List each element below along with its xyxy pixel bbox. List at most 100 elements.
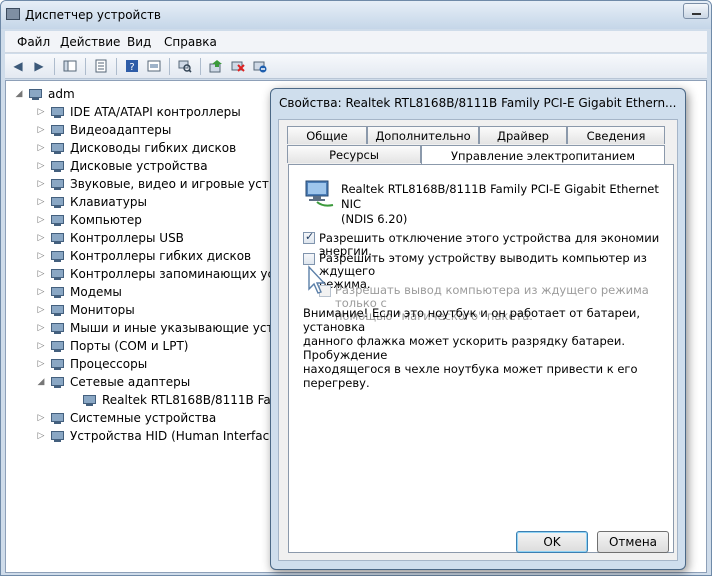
device-category-icon: [50, 159, 66, 173]
device-category-icon: [50, 375, 66, 389]
tree-item-label: Контроллеры USB: [70, 231, 184, 245]
tree-item[interactable]: ▷ Дисководы гибких дисков: [36, 139, 237, 157]
allow-turn-off-checkbox[interactable]: [303, 230, 315, 244]
dialog-title: Свойства: Realtek RTL8168B/8111B Family …: [279, 96, 677, 110]
expand-triangle-icon[interactable]: ▷: [36, 409, 46, 427]
cancel-button[interactable]: Отмена: [597, 531, 669, 553]
device-category-icon: [50, 105, 66, 119]
expand-triangle-icon[interactable]: ▷: [36, 301, 46, 319]
device-name: Realtek RTL8168B/8111B Family PCI-E Giga…: [341, 182, 659, 226]
tab-advanced[interactable]: Дополнительно: [367, 126, 479, 144]
tree-item-label: Видеоадаптеры: [70, 123, 172, 137]
expand-triangle-icon[interactable]: ▷: [36, 247, 46, 265]
tree-item[interactable]: ▷ Видеоадаптеры: [36, 121, 172, 139]
tree-item[interactable]: ▷ Контроллеры USB: [36, 229, 184, 247]
device-category-icon: [50, 267, 66, 281]
tree-item-label: Порты (COM и LPT): [70, 339, 189, 353]
device-category-icon: [50, 177, 66, 191]
forward-arrow-icon[interactable]: ▶: [30, 57, 48, 75]
tree-item[interactable]: ▷ Модемы: [36, 283, 122, 301]
allow-wake-checkbox[interactable]: [303, 253, 315, 265]
device-manager-icon: [6, 8, 20, 20]
battery-warning-text: Внимание! Если это ноутбук и он работает…: [303, 306, 641, 390]
tree-item-label: IDE ATA/ATAPI контроллеры: [70, 105, 241, 119]
tree-item[interactable]: ◢ Сетевые адаптеры: [36, 373, 191, 391]
tab-power-management[interactable]: Управление электропитанием: [421, 145, 665, 168]
tree-item[interactable]: ▷ Компьютер: [36, 211, 142, 229]
properties-icon[interactable]: [92, 57, 110, 75]
device-category-icon: [50, 123, 66, 137]
expand-triangle-icon[interactable]: ▷: [36, 283, 46, 301]
menu-action[interactable]: Действие: [60, 35, 120, 49]
expand-triangle-icon[interactable]: ▷: [36, 355, 46, 373]
collapse-triangle-icon[interactable]: ◢: [14, 85, 24, 103]
tree-item[interactable]: ▷ Системные устройства: [36, 409, 217, 427]
collapse-triangle-icon[interactable]: ◢: [36, 373, 46, 391]
help-icon[interactable]: ?: [123, 57, 141, 75]
tree-item[interactable]: ▷ Процессоры: [36, 355, 148, 373]
tree-item[interactable]: ▷ Устройства HID (Human Interface Dev: [36, 427, 305, 445]
tab-resources[interactable]: Ресурсы: [287, 145, 421, 163]
expand-triangle-icon[interactable]: ▷: [36, 139, 46, 157]
tree-item[interactable]: ▷ Мыши и иные указывающие устрой: [36, 319, 297, 337]
device-category-icon: [50, 303, 66, 317]
device-category-icon: [50, 429, 66, 443]
tree-root[interactable]: ◢ adm: [14, 85, 75, 103]
tree-item-label: Сетевые адаптеры: [70, 375, 191, 389]
tree-item[interactable]: ▷ Контроллеры гибких дисков: [36, 247, 252, 265]
mouse-pointer-icon: [308, 265, 326, 294]
minimize-button[interactable]: [683, 3, 709, 19]
device-category-icon: [50, 231, 66, 245]
tree-item-label: Процессоры: [70, 357, 148, 371]
tree-item[interactable]: ▷ IDE ATA/ATAPI контроллеры: [36, 103, 241, 121]
uninstall-icon[interactable]: [229, 57, 247, 75]
back-arrow-icon[interactable]: ◀: [9, 57, 27, 75]
tree-item[interactable]: ▷ Мониторы: [36, 301, 135, 319]
tree-item[interactable]: ▷ Клавиатуры: [36, 193, 147, 211]
expand-triangle-icon[interactable]: ▷: [36, 319, 46, 337]
console-tree-icon[interactable]: [61, 57, 79, 75]
update-driver-icon[interactable]: [207, 57, 225, 75]
device-category-icon: [50, 321, 66, 335]
expand-triangle-icon[interactable]: ▷: [36, 175, 46, 193]
tree-item-label: Дисковые устройства: [70, 159, 208, 173]
tree-item-label: Мыши и иные указывающие устрой: [70, 321, 297, 335]
tab-power-management-label: Управление электропитанием: [451, 148, 635, 163]
title-bar[interactable]: Диспетчер устройств: [1, 1, 711, 29]
ok-button[interactable]: OK: [516, 531, 588, 553]
device-category-icon: [50, 339, 66, 353]
expand-triangle-icon[interactable]: ▷: [36, 193, 46, 211]
computer-icon: [28, 87, 44, 101]
scan-hardware-icon[interactable]: [176, 57, 194, 75]
show-hidden-icon[interactable]: [145, 57, 163, 75]
expand-triangle-icon[interactable]: ▷: [36, 427, 46, 445]
menu-help[interactable]: Справка: [164, 35, 217, 49]
tree-item[interactable]: ▷ Дисковые устройства: [36, 157, 208, 175]
menu-view[interactable]: Вид: [127, 35, 151, 49]
tab-driver[interactable]: Драйвер: [479, 126, 567, 144]
disable-device-icon[interactable]: [251, 57, 269, 75]
tree-item[interactable]: ▷ Звуковые, видео и игровые устройст: [36, 175, 306, 193]
tree-item-label: Клавиатуры: [70, 195, 147, 209]
tree-item-label: Компьютер: [70, 213, 142, 227]
device-category-icon: [50, 411, 66, 425]
menu-bar: Файл Действие Вид Справка: [5, 31, 707, 53]
device-category-icon: [50, 357, 66, 371]
expand-triangle-icon[interactable]: ▷: [36, 157, 46, 175]
expand-triangle-icon[interactable]: ▷: [36, 337, 46, 355]
properties-dialog: Свойства: Realtek RTL8168B/8111B Family …: [270, 88, 686, 570]
expand-triangle-icon[interactable]: ▷: [36, 103, 46, 121]
device-category-icon: [50, 141, 66, 155]
expand-triangle-icon[interactable]: ▷: [36, 211, 46, 229]
expand-triangle-icon[interactable]: ▷: [36, 229, 46, 247]
expand-triangle-icon[interactable]: ▷: [36, 265, 46, 283]
menu-file[interactable]: Файл: [17, 35, 50, 49]
tree-item-label: Модемы: [70, 285, 122, 299]
tree-item-label: Контроллеры гибких дисков: [70, 249, 252, 263]
tab-general[interactable]: Общие: [287, 126, 367, 144]
expand-triangle-icon[interactable]: ▷: [36, 121, 46, 139]
tree-item[interactable]: ▷ Порты (COM и LPT): [36, 337, 189, 355]
tab-details[interactable]: Сведения: [567, 126, 665, 144]
dialog-body: Общие Дополнительно Драйвер Сведения Рес…: [278, 119, 678, 561]
power-management-panel: Realtek RTL8168B/8111B Family PCI-E Giga…: [288, 164, 674, 553]
